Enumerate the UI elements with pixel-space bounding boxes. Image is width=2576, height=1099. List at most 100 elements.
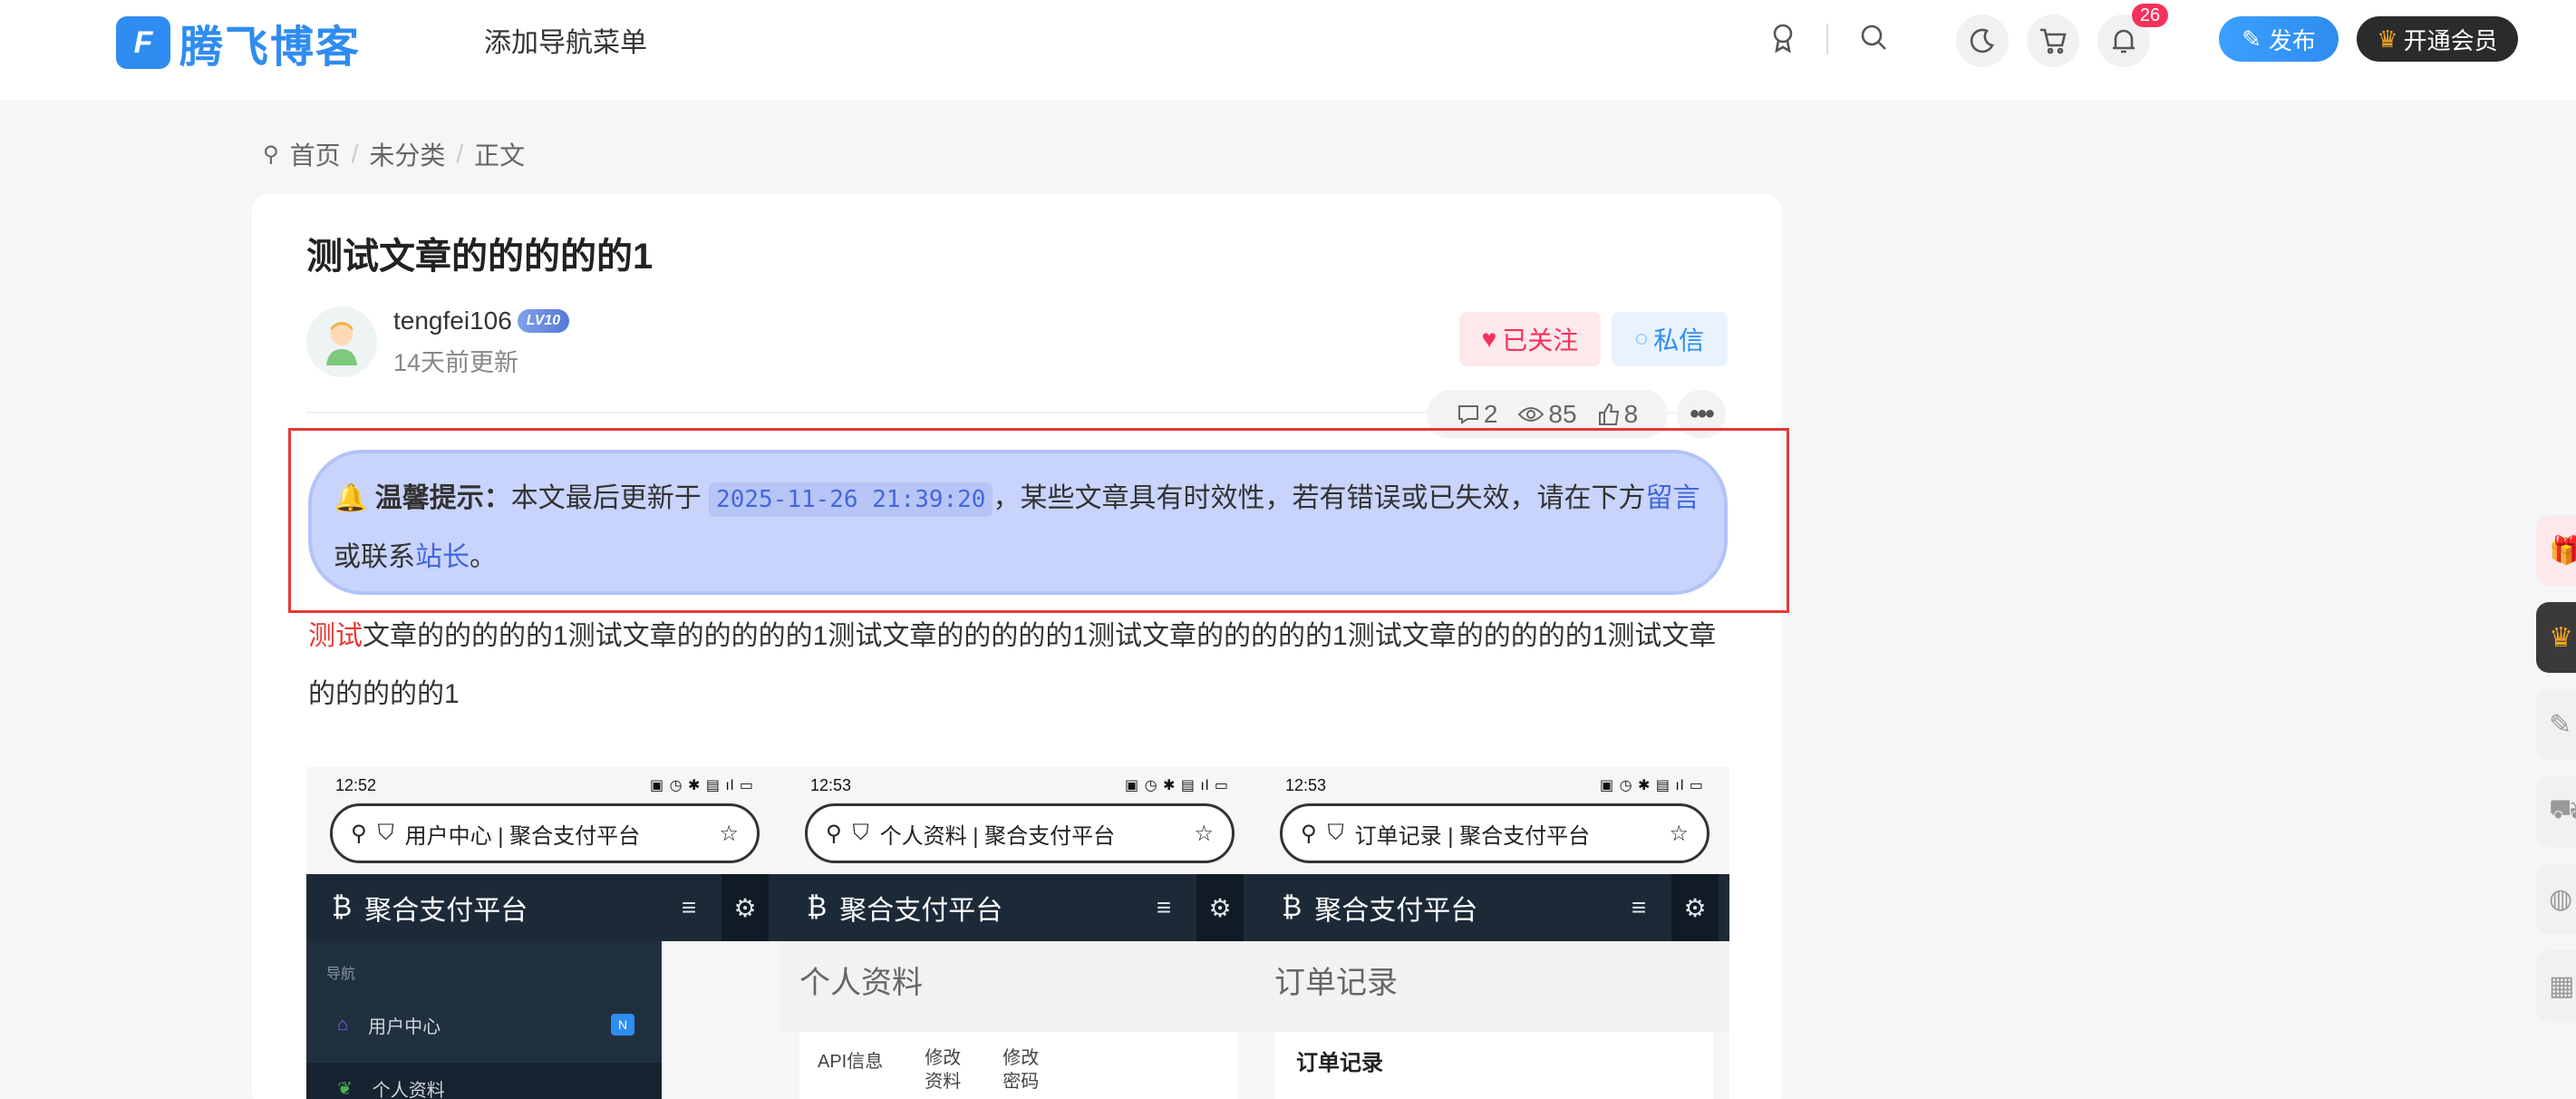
bitcoin-icon: ₿ [332,892,353,922]
status-icons: ▣ ◷ ✱ ▤ ıl ▭ [650,778,754,793]
crown-icon: ♛ [2377,24,2398,53]
article-body: 测试文章的的的的的1测试文章的的的的的1测试文章的的的的的1测试文章的的的的的1… [308,608,1728,724]
like-stat[interactable]: 8 [1597,400,1639,429]
level-text: LV10 [526,313,561,328]
eye-icon [1518,407,1545,422]
view-count: 85 [1548,400,1577,428]
comment-icon [1457,405,1478,424]
comment-count: 2 [1483,400,1498,428]
medal-icon[interactable] [1760,15,1806,60]
search-icon: ⚲ [351,821,367,846]
new-badge: N [611,1014,634,1036]
search-icon[interactable] [1851,15,1896,60]
shield-icon: ⛉ [1327,821,1344,845]
location-pin-icon: ⚲ [263,141,279,167]
vip-button[interactable]: ♛ 开通会员 [2357,16,2518,62]
nav-menu-link[interactable]: 添加导航菜单 [484,20,647,60]
menu-item: ❦ 个人资料 [337,1063,445,1099]
breadcrumb-category[interactable]: 未分类 [369,136,445,172]
crown-icon[interactable]: ♛ [2536,602,2576,673]
app-bar: ₿ 聚合支付平台 ≡ ⚙ [781,874,1256,941]
tab: API信息 [818,1052,884,1072]
shield-icon: ⛉ [852,821,869,845]
qrcode-icon[interactable]: ▦ [2536,950,2576,1021]
phone-screenshot: 12:53 ▣ ◷ ✱ ▤ ıl ▭ ⚲ ⛉ 订单记录 | 聚合支付平台 ☆ ₿… [1256,767,1729,1099]
tab-row: API信息 修改资料 修改密码 [799,1032,1238,1094]
pencil-icon[interactable]: ✎ [2536,689,2576,760]
hamburger-icon: ≡ [681,893,697,921]
breadcrumb-home[interactable]: 首页 [290,136,341,172]
status-time: 12:53 [1285,776,1327,794]
follow-button[interactable]: ♥ 已关注 [1459,312,1601,366]
phone-screenshot: 12:53 ▣ ◷ ✱ ▤ ıl ▭ ⚲ ⛉ 个人资料 | 聚合支付平台 ☆ ₿… [781,767,1256,1099]
updated-time: 14天前更新 [393,349,519,376]
app-bar: ₿ 聚合支付平台 ≡ ⚙ [1256,874,1729,941]
pencil-icon: ✎ [2242,24,2261,53]
chat-bubble-icon: ◌ [1634,326,1649,351]
publish-label: 发布 [2268,26,2316,54]
breadcrumb-separator: / [456,140,464,168]
bitcoin-icon: ₿ [1282,892,1303,922]
menu-item: ⌂ 用户中心 [337,999,441,1050]
app-name: 聚合支付平台 [839,896,1003,926]
author-avatar[interactable] [306,306,377,377]
tab: 修改密码 [1002,1048,1040,1092]
author-name[interactable]: tengfei106 [393,306,512,336]
cart-icon[interactable] [2027,15,2079,67]
gift-icon[interactable]: 🎁 [2536,515,2576,586]
breadcrumb: ⚲ 首页 / 未分类 / 正文 [263,136,525,172]
side-menu: 导航 ⌂ 用户中心 N ❦ 个人资料 [306,941,662,1099]
url-title: 订单记录 | 聚合支付平台 [1354,823,1591,849]
body-highlight: 测试 [308,621,363,651]
bitcoin-icon: ₿ [807,892,828,922]
search-icon: ⚲ [1301,821,1317,846]
content-panel: API信息 修改资料 修改密码 [799,1032,1238,1099]
tip-text-4: 。 [470,542,497,572]
gear-icon: ⚙ [1671,874,1719,941]
article-title: 测试文章的的的的的1 [306,237,654,277]
header-divider [1826,24,1828,54]
app-name: 聚合支付平台 [1314,896,1478,926]
comment-stat[interactable]: 2 [1457,400,1498,429]
notice-box: 🔔 温馨提示：本文最后更新于 2025-11-26 21:39:20 ，某些文章具… [308,450,1728,595]
tip-text-2: ，某些文章具有时效性，若有错误或已失效，请在下方 [993,483,1646,513]
panel-title: 订单记录 [1296,1051,1383,1075]
hamburger-icon: ≡ [1156,893,1172,921]
site-logo[interactable]: F 腾飞博客 [116,11,361,74]
status-icons: ▣ ◷ ✱ ▤ ıl ▭ [1600,778,1704,793]
tab: 修改资料 [925,1048,962,1092]
thumbs-up-icon [1598,403,1619,425]
palette-icon[interactable]: ◍ [2536,863,2576,934]
app-name: 聚合支付平台 [364,896,528,926]
content-panel: 订单记录 [1274,1032,1713,1099]
phone-screenshot: 12:52 ▣ ◷ ✱ ▤ ıl ▭ ⚲ ⛉ 用户中心 | 聚合支付平台 ☆ ₿… [306,767,781,1099]
author-name-row[interactable]: tengfei106 LV10 [393,306,570,336]
like-count: 8 [1623,400,1639,428]
url-title: 个人资料 | 聚合支付平台 [879,823,1116,849]
nav-header: 导航 [326,967,356,982]
url-bar: ⚲ ⛉ 用户中心 | 聚合支付平台 ☆ [330,803,760,863]
url-title: 用户中心 | 聚合支付平台 [404,823,641,849]
heart-icon: ♥ [1481,325,1497,353]
logo-mark: F [116,16,170,69]
top-header: F 腾飞博客 添加导航菜单 26 ✎ 发布 ♛ 开通会员 [0,0,2576,100]
tip-timestamp: 2025-11-26 21:39:20 [709,482,993,517]
bell-icon: 🔔 [334,483,368,513]
admin-link[interactable]: 站长 [415,542,470,572]
status-time: 12:53 [810,776,852,794]
publish-button[interactable]: ✎ 发布 [2219,16,2339,62]
comment-link[interactable]: 留言 [1645,483,1700,513]
dark-mode-icon[interactable] [1956,15,2009,67]
star-icon: ☆ [1669,821,1689,846]
hamburger-icon: ≡ [1631,893,1647,921]
view-stat: 85 [1517,400,1577,429]
floating-sidebar: 🎁 ♛ ✎ ⛟ ◍ ▦ [2536,515,2576,1037]
notification-badge: 26 [2132,4,2168,27]
menu-item-label: 个人资料 [372,1080,445,1099]
breadcrumb-separator: / [351,140,359,168]
cart-icon[interactable]: ⛟ [2536,776,2576,847]
private-message-button[interactable]: ◌ 私信 [1612,312,1728,366]
gear-icon: ⚙ [721,874,770,941]
page-title: 订单记录 [1256,941,1729,1032]
page-title: 个人资料 [781,941,1256,1032]
